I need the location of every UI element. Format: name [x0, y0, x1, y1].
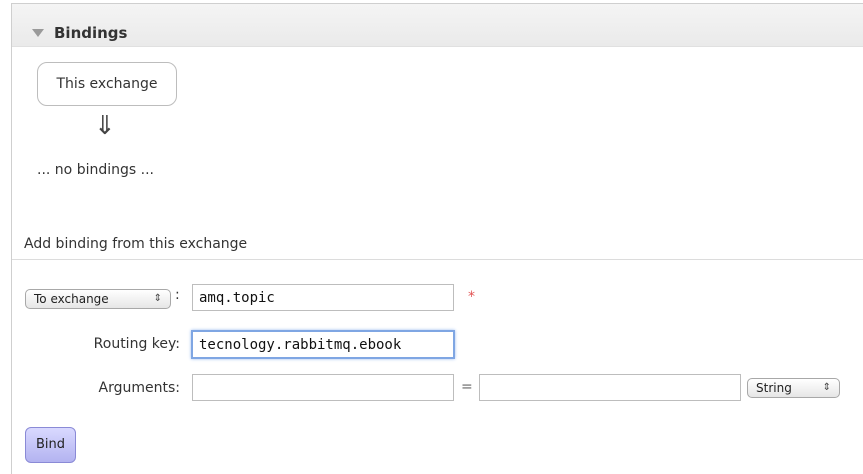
collapse-triangle-icon[interactable]	[32, 29, 44, 37]
argument-key-input[interactable]	[192, 374, 454, 401]
destination-type-select[interactable]: To exchange ⇕	[25, 289, 171, 309]
required-marker: *	[468, 289, 475, 305]
arguments-label: Arguments:	[98, 380, 180, 396]
argument-type-select[interactable]: String ⇕	[747, 378, 840, 398]
destination-input[interactable]	[192, 284, 454, 311]
this-exchange-box: This exchange	[37, 62, 177, 106]
down-arrow-icon: ⇓	[94, 111, 116, 141]
select-arrows-icon: ⇕	[822, 382, 831, 393]
heading-divider	[12, 259, 863, 260]
destination-type-value: To exchange	[34, 292, 109, 306]
destination-colon: :	[175, 287, 180, 303]
no-bindings-text: ... no bindings ...	[37, 162, 154, 178]
argument-type-value: String	[756, 381, 792, 395]
bind-button[interactable]: Bind	[25, 427, 76, 463]
bindings-section-header[interactable]	[12, 4, 863, 47]
section-title: Bindings	[54, 24, 128, 42]
equals-sign: =	[461, 379, 473, 395]
select-arrows-icon: ⇕	[153, 293, 162, 304]
routing-key-label: Routing key:	[93, 336, 180, 352]
add-binding-heading: Add binding from this exchange	[24, 236, 248, 252]
routing-key-input[interactable]	[191, 330, 455, 359]
argument-value-input[interactable]	[479, 374, 741, 401]
